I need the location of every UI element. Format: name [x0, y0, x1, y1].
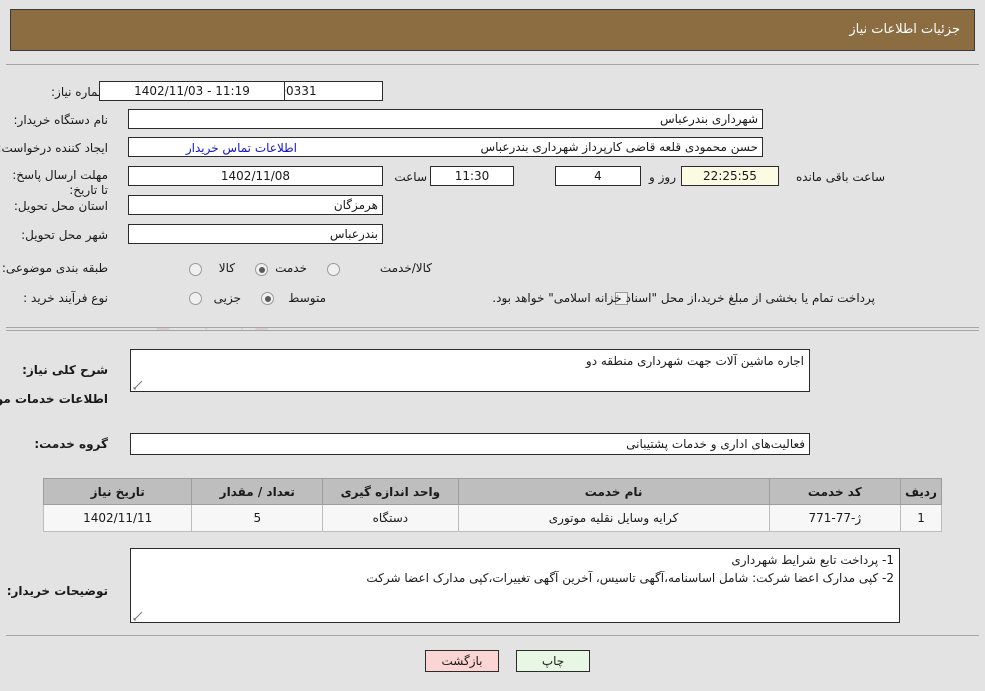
process-label: نوع فرآیند خرید : [23, 291, 108, 305]
back-button[interactable]: بازگشت [425, 650, 499, 672]
buyer-org-label: نام دستگاه خریدار: [13, 113, 109, 127]
radio-process-motavaset-label: متوسط [288, 291, 326, 305]
summary-textarea[interactable]: اجاره ماشین آلات جهت شهرداری منطقه دو [130, 349, 810, 392]
buyer-notes-textarea[interactable]: 1- پرداخت تابع شرایط شهرداری 2- کپی مدار… [130, 548, 900, 623]
radio-process-motavaset[interactable] [261, 292, 274, 305]
cell-service-code: ژ-77-771 [768, 504, 902, 532]
services-section-title: اطلاعات خدمات مورد نیاز [0, 392, 108, 406]
deadline-label: مهلت ارسال پاسخ: تا تاریخ: [12, 168, 108, 197]
city-label: شهر محل تحویل: [21, 228, 108, 242]
announce-datetime-value: 11:19 - 1402/11/03 [99, 81, 285, 101]
buyer-contact-link[interactable]: اطلاعات تماس خریدار [186, 141, 297, 155]
services-table: ردیف کد خدمت نام خدمت واحد اندازه گیری ت… [42, 478, 942, 532]
city-value: بندرعباس [128, 224, 383, 244]
radio-category-kala-khedmat[interactable] [327, 263, 340, 276]
remaining-days-value: 4 [555, 166, 641, 186]
service-group-value: فعالیت‌های اداری و خدمات پشتیبانی [130, 433, 810, 455]
summary-value: اجاره ماشین آلات جهت شهرداری منطقه دو [585, 354, 804, 368]
province-label: استان محل تحویل: [13, 199, 108, 213]
buyer-org-value: شهرداری بندرعباس [128, 109, 763, 129]
resize-grip-icon[interactable] [133, 611, 143, 621]
table-header-row: ردیف کد خدمت نام خدمت واحد اندازه گیری ت… [42, 478, 942, 505]
col-service-code: کد خدمت [768, 478, 902, 505]
buyer-notes-line-1: 1- پرداخت تابع شرایط شهرداری [731, 553, 894, 567]
radio-process-jozi-label: جزیی [213, 291, 241, 305]
deadline-hour-label: ساعت [394, 170, 427, 184]
summary-label: شرح کلی نیاز: [22, 363, 108, 377]
col-quantity: تعداد / مقدار [191, 478, 324, 505]
remaining-days-label: روز و [649, 170, 676, 184]
deadline-hour-value: 11:30 [430, 166, 514, 186]
resize-grip-icon[interactable] [133, 380, 143, 390]
cell-service-name: کرایه وسایل نقلیه موتوری [457, 504, 770, 532]
radio-process-jozi[interactable] [189, 292, 202, 305]
page-header-bar: جزئیات اطلاعات نیاز [10, 9, 975, 51]
buyer-notes-label: توضیحات خریدار: [6, 584, 108, 598]
province-value: هرمزگان [128, 195, 383, 215]
col-unit: واحد اندازه گیری [322, 478, 459, 505]
col-service-name: نام خدمت [457, 478, 770, 505]
cell-row-no: 1 [900, 504, 942, 532]
cell-need-date: 1402/11/11 [42, 504, 193, 532]
remaining-time-label: ساعت باقی مانده [795, 170, 885, 184]
remaining-time-value: 22:25:55 [681, 166, 779, 186]
print-button[interactable]: چاپ [516, 650, 590, 672]
radio-category-khedmat[interactable] [255, 263, 268, 276]
cell-unit: دستگاه [322, 504, 459, 532]
radio-category-kala[interactable] [189, 263, 202, 276]
table-row: 1 ژ-77-771 کرایه وسایل نقلیه موتوری دستگ… [42, 504, 942, 532]
radio-category-khedmat-label: خدمت [275, 261, 307, 275]
service-group-label: گروه خدمت: [34, 437, 108, 451]
col-row-no: ردیف [900, 478, 942, 505]
deadline-date-value: 1402/11/08 [128, 166, 383, 186]
treasury-documents-text: پرداخت تمام یا بخشی از مبلغ خرید،از محل … [492, 291, 875, 305]
requester-label: ایجاد کننده درخواست: [0, 141, 108, 155]
buyer-notes-line-2: 2- کپی مدارک اعضا شرکت: شامل اساسنامه،آگ… [366, 571, 894, 585]
category-label: طبقه بندی موضوعی: [1, 261, 108, 275]
cell-quantity: 5 [191, 504, 324, 532]
col-need-date: تاریخ نیاز [42, 478, 193, 505]
page-title: جزئیات اطلاعات نیاز [849, 22, 960, 37]
radio-category-kala-label: کالا [218, 261, 235, 275]
radio-category-kala-khedmat-label: کالا/خدمت [379, 261, 432, 275]
